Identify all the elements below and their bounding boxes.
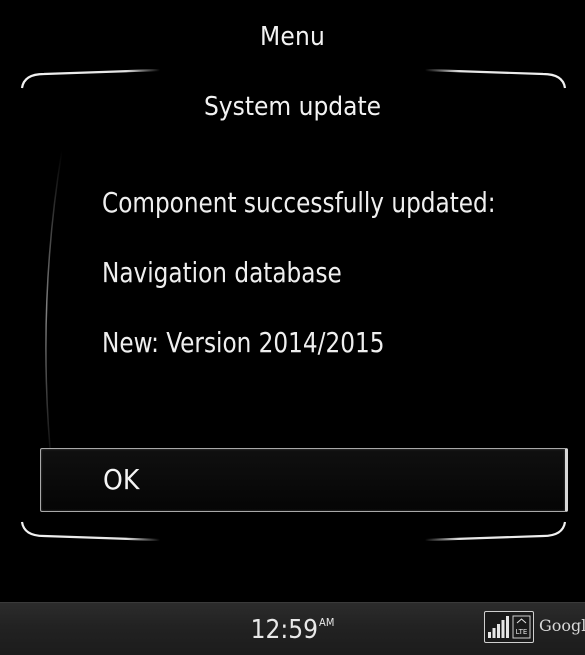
menu-title: Menu	[259, 22, 326, 52]
signal-strength-icon: LTE	[488, 615, 531, 639]
update-status-text: Component successfully updated:	[102, 186, 496, 219]
ok-button[interactable]: OK	[40, 448, 568, 512]
brand-label: Google	[539, 616, 585, 635]
component-name-text: Navigation database	[102, 256, 342, 289]
network-status: LTE	[484, 611, 534, 643]
status-bar: 12:59AM LTE Google	[0, 602, 585, 655]
clock-time: 12:59	[250, 615, 319, 645]
version-text: New: Version 2014/2015	[102, 326, 385, 359]
section-title: System update	[203, 92, 382, 122]
infotainment-screen: Menu System update Component successfull…	[0, 0, 585, 655]
lte-icon: LTE	[516, 628, 528, 636]
clock-ampm: AM	[319, 616, 335, 629]
ok-button-label: OK	[103, 463, 140, 496]
